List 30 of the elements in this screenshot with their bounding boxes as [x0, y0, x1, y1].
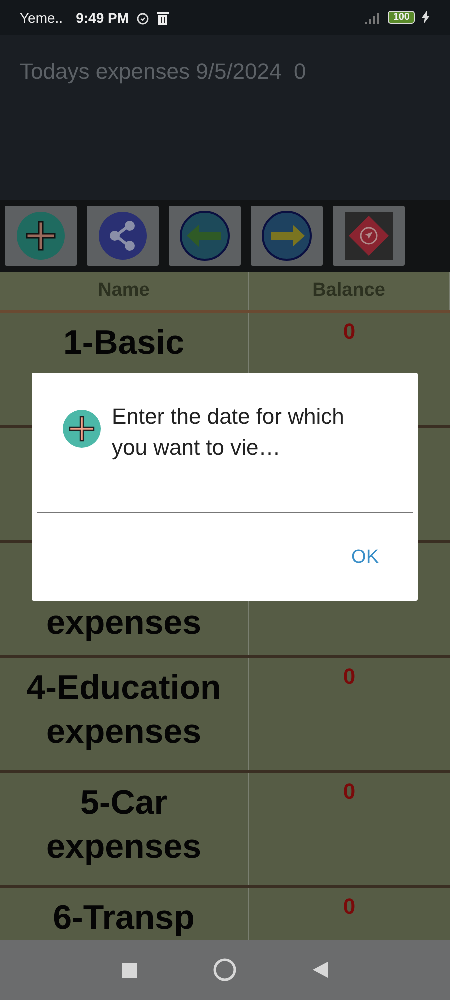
- share-button[interactable]: [87, 206, 159, 266]
- recents-icon[interactable]: [122, 962, 137, 978]
- navigation-icon: [343, 210, 395, 262]
- charging-icon: [422, 11, 430, 24]
- category-name: 6-Transp: [53, 898, 195, 939]
- balance-value: 0: [343, 894, 356, 919]
- balance-value: 0: [343, 319, 356, 344]
- clock: 9:49 PM: [76, 10, 129, 26]
- signal-icon: [365, 12, 382, 24]
- plus-icon: [62, 409, 102, 449]
- carrier-name: Yeme..: [20, 10, 64, 26]
- ok-button[interactable]: OK: [346, 543, 385, 573]
- plus-icon: [15, 210, 67, 262]
- home-icon[interactable]: [213, 958, 237, 982]
- share-icon: [97, 210, 149, 262]
- balance-value: 0: [343, 664, 356, 689]
- navigate-button[interactable]: [333, 206, 405, 266]
- balance-value: 0: [343, 779, 356, 804]
- battery-indicator: 100: [388, 11, 415, 24]
- category-name: 4-Education expenses: [26, 668, 222, 753]
- category-name: expenses: [46, 603, 202, 644]
- dialog-title: Enter the date for which you want to vie…: [112, 403, 346, 462]
- category-name: 1-Basic: [64, 323, 184, 364]
- back-icon[interactable]: [313, 962, 328, 978]
- header-title: Todays expenses 9/5/2024 0: [20, 59, 306, 84]
- trash-icon: [157, 10, 169, 24]
- back-button[interactable]: [169, 206, 241, 266]
- category-name: 5-Car expenses: [46, 783, 202, 868]
- forward-button[interactable]: [251, 206, 323, 266]
- add-button[interactable]: [5, 206, 77, 266]
